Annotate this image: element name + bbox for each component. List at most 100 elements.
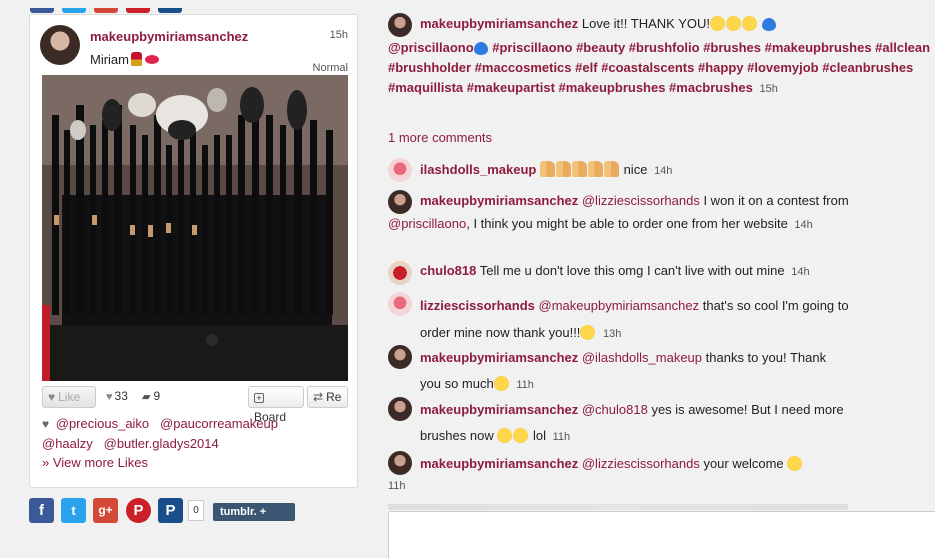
avatar[interactable] [388, 345, 412, 369]
thumbs-up-icon [539, 161, 555, 177]
avatar[interactable] [388, 451, 412, 475]
comment-username[interactable]: makeupbymiriamsanchez [420, 350, 578, 365]
googleplus-icon[interactable]: g+ [93, 498, 118, 523]
post-time: 15h [329, 29, 348, 41]
comment-text: , I think you might be able to order one… [466, 216, 788, 231]
comment-time: 11h [516, 379, 534, 391]
post-caption: Miriam [90, 52, 159, 67]
tumblr-button[interactable]: tumblr. + [213, 503, 295, 521]
comment-mention[interactable]: @lizziescissorhands [582, 456, 700, 471]
cut-off-comment [388, 504, 848, 510]
avatar[interactable] [388, 190, 412, 214]
thumbs-up-icon [571, 161, 587, 177]
repost-icon: ⇄ [313, 390, 324, 404]
avatar[interactable] [388, 261, 412, 285]
comment-item: ilashdolls_makeup nice 14h [388, 158, 933, 183]
avatar[interactable] [40, 25, 80, 65]
comment-time: 14h [654, 165, 673, 177]
shy-face-icon [493, 376, 509, 391]
comment-text: Love it!! THANK YOU! [581, 16, 710, 31]
comment-username[interactable]: makeupbymiriamsanchez [420, 456, 578, 471]
comment-time: 11h [388, 480, 406, 492]
heart-icon: ♥ [42, 417, 50, 431]
comment-username[interactable]: chulo818 [420, 263, 476, 278]
comment-input[interactable] [388, 511, 935, 558]
facebook-icon[interactable]: f [29, 498, 54, 523]
avatar[interactable] [388, 13, 412, 37]
likes-count-value: 33 [114, 389, 128, 403]
comment-text: your welcome [703, 456, 784, 471]
comment-item: makeupbymiriamsanchez @ilashdolls_makeup… [388, 345, 833, 398]
unamused-face-icon [497, 428, 513, 443]
comment-username[interactable]: makeupbymiriamsanchez [420, 16, 578, 31]
comment-mention[interactable]: @priscillaono [388, 216, 466, 231]
blue-heart-icon [761, 18, 776, 31]
comment-time: 14h [794, 219, 813, 231]
smiley-icon [787, 456, 803, 471]
post-photo[interactable] [42, 75, 348, 381]
comment-mention[interactable]: @ilashdolls_makeup [582, 350, 702, 365]
repost-button[interactable]: ⇄ Re [307, 386, 348, 408]
comment-item: chulo818 Tell me u don't love this omg I… [388, 261, 933, 285]
thumbs-up-icon [587, 161, 603, 177]
like-button[interactable]: ♥ Like [42, 386, 96, 408]
liker-link[interactable]: @paucorreamakeup [160, 416, 278, 431]
filter-label: Normal [312, 62, 348, 74]
comment-text: nice [623, 162, 648, 177]
comment-icon: ▰ [142, 391, 151, 403]
comment-text: Tell me u don't love this omg I can't li… [479, 263, 785, 278]
comments-panel: makeupbymiriamsanchez Love it!! THANK YO… [388, 0, 935, 510]
brush-holder-image [42, 75, 348, 381]
liker-link[interactable]: @butler.gladys2014 [104, 436, 219, 451]
comment-username[interactable]: makeupbymiriamsanchez [420, 402, 578, 417]
comment-mention[interactable]: @priscillaono [388, 40, 474, 55]
likes-count: ♥ 33 [106, 389, 128, 403]
plus-icon: + [254, 393, 264, 403]
comment-text: lol [532, 428, 546, 443]
comment-mention[interactable]: @lizziescissorhands [582, 193, 700, 208]
comments-count: ▰ 9 [142, 389, 160, 403]
liker-link[interactable]: @precious_aiko [56, 416, 149, 431]
repost-label: Re [326, 390, 342, 404]
pinterest-icon[interactable]: P [126, 498, 151, 523]
comment-username[interactable]: ilashdolls_makeup [420, 162, 536, 177]
comment-text: I won it on a contest from [703, 193, 849, 208]
comment-item: makeupbymiriamsanchez Love it!! THANK YO… [388, 13, 933, 99]
post-actions: ♥ Like ♥ 33 ▰ 9 +Board ⇄ Re [42, 386, 348, 424]
more-comments-link[interactable]: 1 more comments [388, 128, 933, 148]
blue-heart-icon [473, 42, 488, 55]
comment-time: 14h [791, 266, 810, 278]
avatar[interactable] [388, 397, 412, 421]
comments-count-value: 9 [153, 389, 161, 403]
thumbs-up-icon [555, 161, 571, 177]
comment-username[interactable]: makeupbymiriamsanchez [420, 193, 578, 208]
post-username[interactable]: makeupbymiriamsanchez [90, 29, 248, 44]
twitter-icon[interactable]: t [61, 498, 86, 523]
post-card: makeupbymiriamsanchez 15h Miriam Normal [29, 14, 358, 488]
thumbs-up-icon [603, 161, 619, 177]
comment-item: lizziescissorhands @makeupbymiriamsanche… [388, 292, 858, 348]
board-button[interactable]: +Board [248, 386, 304, 424]
like-label: Like [58, 390, 81, 404]
smiley-icon [709, 16, 725, 31]
comment-item: makeupbymiriamsanchez @lizziescissorhand… [388, 190, 933, 237]
comment-time: 15h [759, 83, 778, 95]
share-bar: f t g+ P P 0 tumblr. + [29, 498, 299, 523]
caption-text: Miriam [90, 52, 129, 67]
avatar[interactable] [388, 158, 412, 182]
grin-icon [725, 16, 741, 31]
avatar[interactable] [388, 292, 412, 316]
liker-link[interactable]: @haalzy [42, 436, 93, 451]
view-more-likes-link[interactable]: » View more Likes [42, 455, 148, 470]
comment-mention[interactable]: @chulo818 [582, 402, 648, 417]
laughing-tears-icon [513, 428, 529, 443]
heart-icon: ♥ [106, 391, 113, 403]
post-header: makeupbymiriamsanchez 15h Miriam Normal [40, 25, 348, 75]
pinboard-icon[interactable]: P [158, 498, 183, 523]
comment-item: makeupbymiriamsanchez @chulo818 yes is a… [388, 397, 858, 450]
more-comments-label[interactable]: 1 more comments [388, 130, 492, 145]
heart-icon: ♥ [48, 390, 56, 404]
comment-username[interactable]: lizziescissorhands [420, 298, 535, 313]
shy-face-icon [741, 16, 757, 31]
comment-mention[interactable]: @makeupbymiriamsanchez [539, 298, 700, 313]
